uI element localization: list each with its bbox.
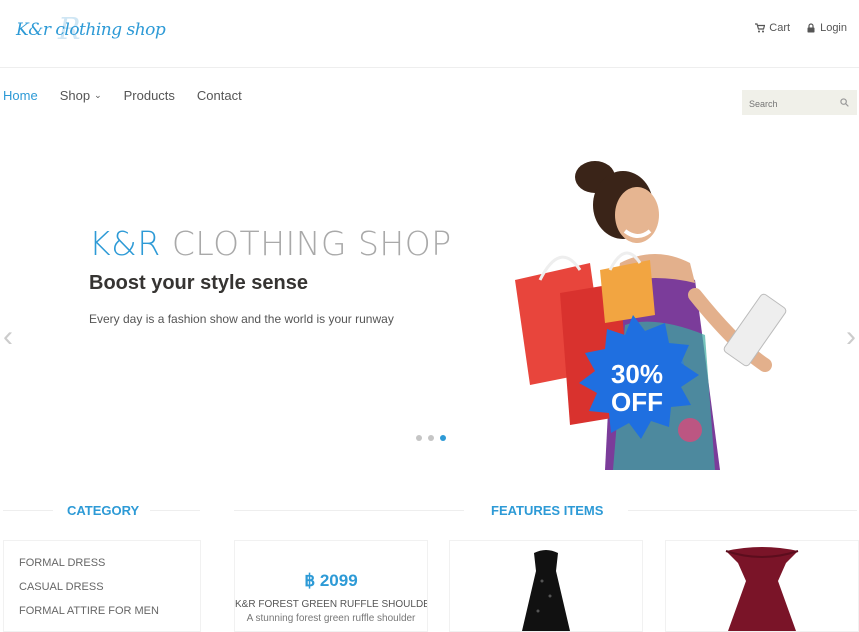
product-price: ฿ 2099 [304, 571, 358, 590]
category-panel: FORMAL DRESS CASUAL DRESS FORMAL ATTIRE … [3, 540, 201, 632]
burgundy-dress-image [725, 547, 799, 631]
search-input[interactable] [742, 90, 839, 117]
main-nav: Home Shop ⌄ Products Contact [3, 88, 242, 103]
header-links: Cart Login [755, 22, 847, 34]
category-item[interactable]: FORMAL ATTIRE FOR MEN [19, 605, 159, 617]
chevron-down-icon: ⌄ [94, 90, 102, 100]
category-item[interactable]: CASUAL DRESS [19, 581, 104, 593]
badge-line1: 30% [611, 359, 663, 389]
cart-label: Cart [769, 22, 791, 34]
divider [234, 510, 464, 511]
search-box [742, 90, 857, 117]
nav-contact-label: Contact [196, 88, 242, 103]
nav-shop-label: Shop [59, 88, 91, 103]
hero-brand-accent: K&R [89, 224, 161, 263]
badge-line2: OFF [611, 387, 663, 417]
slider-prev-arrow[interactable]: ‹ [3, 322, 13, 352]
product-card[interactable] [449, 540, 643, 632]
product-card[interactable]: ฿ 2099 K&R FOREST GREEN RUFFLE SHOULDER … [234, 540, 428, 632]
black-dress-image [522, 550, 570, 631]
lock-icon [807, 23, 815, 33]
site-logo[interactable]: R K&r clothing shop [14, 12, 166, 52]
slider-dot[interactable] [428, 435, 434, 441]
category-item[interactable]: FORMAL DRESS [19, 557, 105, 569]
nav-home[interactable]: Home [3, 88, 38, 103]
product-card[interactable] [665, 540, 859, 632]
slider-dots [416, 435, 446, 441]
nav-products[interactable]: Products [124, 88, 175, 103]
nav-contact[interactable]: Contact [197, 88, 242, 103]
site-header: R K&r clothing shop Cart Login [0, 0, 859, 68]
divider [150, 510, 200, 511]
search-icon[interactable] [840, 98, 849, 107]
product-name: K&R FOREST GREEN RUFFLE SHOULDER [235, 599, 428, 610]
nav-products-label: Products [123, 88, 175, 103]
slider-next-arrow[interactable]: › [846, 322, 856, 352]
hero-text: Every day is a fashion show and the worl… [89, 312, 394, 326]
nav-home-label: Home [3, 88, 38, 103]
hero-model-image: 30% OFF [515, 161, 787, 470]
cart-link[interactable]: Cart [755, 22, 790, 34]
divider [628, 510, 857, 511]
cart-icon [755, 23, 766, 33]
nav-shop[interactable]: Shop ⌄ [60, 88, 102, 103]
divider [3, 510, 53, 511]
login-link[interactable]: Login [806, 22, 847, 34]
features-title: FEATURES ITEMS [491, 503, 604, 518]
category-title: CATEGORY [67, 503, 140, 518]
login-label: Login [820, 22, 847, 34]
slider-dot[interactable] [416, 435, 422, 441]
hero-heading: Boost your style sense [89, 272, 308, 294]
hero-brand-rest: CLOTHING SHOP [171, 224, 452, 263]
hero-brand: K&R CLOTHING SHOP [89, 224, 452, 263]
logo-text: K&r clothing shop [16, 20, 166, 40]
slider-dot-active[interactable] [440, 435, 446, 441]
hero-slider: K&R CLOTHING SHOP Boost your style sense… [0, 130, 859, 470]
